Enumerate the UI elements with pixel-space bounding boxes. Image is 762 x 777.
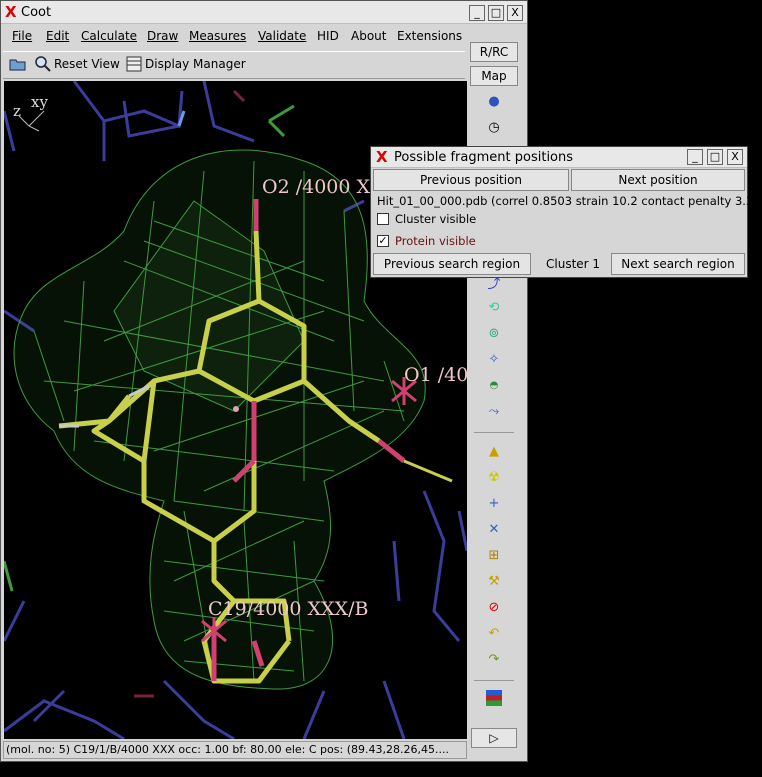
broom-icon[interactable]: ⚒ bbox=[486, 574, 502, 590]
close-button[interactable]: X bbox=[507, 5, 523, 21]
toolbar-separator bbox=[474, 680, 514, 681]
next-position-button[interactable]: Next position bbox=[571, 169, 745, 191]
coot-x-icon: X bbox=[5, 3, 17, 21]
minimize-button[interactable]: _ bbox=[469, 5, 485, 21]
rrc-button[interactable]: R/RC bbox=[470, 42, 518, 62]
next-search-region-button[interactable]: Next search region bbox=[611, 253, 745, 275]
protein-visible-checkbox[interactable]: ✓ bbox=[377, 235, 389, 247]
previous-search-region-button[interactable]: Previous search region bbox=[373, 253, 531, 275]
dialog-x-icon: X bbox=[376, 148, 388, 166]
coot-main-window: X Coot _ □ X File Edit Calculate Draw Me… bbox=[0, 0, 528, 762]
axis-label-z: z bbox=[13, 102, 21, 120]
cluster-visible-checkbox[interactable] bbox=[377, 213, 389, 225]
menu-about[interactable]: About bbox=[351, 28, 386, 44]
regularize-icon[interactable]: ⊚ bbox=[486, 326, 502, 342]
flip-icon[interactable]: ⤳ bbox=[486, 404, 502, 420]
cluster-visible-label: Cluster visible bbox=[395, 212, 477, 226]
add-atom-icon[interactable]: ▲ bbox=[486, 444, 502, 460]
atom-label-o1: O1 /40 bbox=[404, 364, 467, 386]
axis-label-xy: xy bbox=[31, 93, 48, 111]
cluster-label: Cluster 1 bbox=[546, 257, 601, 271]
model-fit-sphere-icon[interactable]: ● bbox=[486, 94, 502, 110]
flag-icon[interactable] bbox=[486, 690, 502, 706]
main-titlebar[interactable]: X Coot _ □ X bbox=[1, 1, 527, 24]
add-terminal-icon[interactable]: + bbox=[486, 496, 502, 512]
redo-icon[interactable]: ↷ bbox=[486, 652, 502, 668]
previous-position-button[interactable]: Previous position bbox=[373, 169, 569, 191]
atom-label-c19: C19/4000 XXX/B bbox=[208, 598, 369, 620]
fragment-positions-dialog: X Possible fragment positions _ □ X Prev… bbox=[370, 146, 762, 278]
stop-icon[interactable]: ⊘ bbox=[486, 600, 502, 616]
menu-draw[interactable]: Draw bbox=[147, 28, 178, 44]
main-toolbar: Reset View Display Manager bbox=[3, 51, 465, 79]
dialog-titlebar[interactable]: X Possible fragment positions _ □ X bbox=[371, 147, 747, 168]
display-manager-button[interactable]: Display Manager bbox=[145, 56, 246, 72]
status-bar: (mol. no: 5) C19/1/B/4000 XXX occ: 1.00 … bbox=[3, 741, 467, 759]
rotate-icon[interactable]: ⤴ bbox=[486, 277, 502, 293]
protein-visible-label: Protein visible bbox=[395, 234, 476, 248]
refine-icon[interactable]: ⟲ bbox=[486, 300, 502, 316]
menu-hid[interactable]: HID bbox=[317, 28, 339, 44]
side-chain-icon[interactable]: ◓ bbox=[486, 378, 502, 394]
map-button[interactable]: Map bbox=[470, 66, 518, 86]
open-folder-icon[interactable] bbox=[9, 56, 27, 72]
menu-file[interactable]: File bbox=[12, 28, 32, 44]
atom-label-o2: O2 /4000 X bbox=[262, 176, 371, 198]
dialog-title: Possible fragment positions bbox=[394, 150, 574, 165]
menu-calculate[interactable]: Calculate bbox=[81, 28, 137, 44]
menu-measures[interactable]: Measures bbox=[189, 28, 246, 44]
add-alt-conf-icon[interactable]: ⊞ bbox=[486, 548, 502, 564]
radiation-icon[interactable]: ☢ bbox=[486, 470, 502, 486]
toolbar-separator bbox=[474, 432, 514, 433]
fit-icon[interactable]: ✧ bbox=[486, 352, 502, 368]
dialog-close-button[interactable]: X bbox=[727, 149, 743, 165]
delete-atom-icon[interactable]: ✕ bbox=[486, 522, 502, 538]
hit-info-label: Hit_01_00_000.pdb (correl 0.8503 strain … bbox=[377, 194, 762, 208]
play-button[interactable]: ▷ bbox=[471, 728, 517, 748]
window-title: Coot bbox=[21, 5, 52, 20]
reset-view-button[interactable]: Reset View bbox=[54, 56, 120, 72]
menu-bar: File Edit Calculate Draw Measures Valida… bbox=[3, 25, 465, 47]
display-manager-icon bbox=[126, 56, 142, 72]
clock-icon[interactable]: ◷ bbox=[486, 120, 502, 136]
maximize-button[interactable]: □ bbox=[488, 5, 504, 21]
dialog-maximize-button[interactable]: □ bbox=[707, 149, 723, 165]
menu-extensions[interactable]: Extensions bbox=[397, 28, 462, 44]
undo-icon[interactable]: ↶ bbox=[486, 626, 502, 642]
magnifier-icon bbox=[35, 56, 51, 72]
menu-validate[interactable]: Validate bbox=[258, 28, 306, 44]
menu-edit[interactable]: Edit bbox=[46, 28, 69, 44]
dialog-minimize-button[interactable]: _ bbox=[687, 149, 703, 165]
